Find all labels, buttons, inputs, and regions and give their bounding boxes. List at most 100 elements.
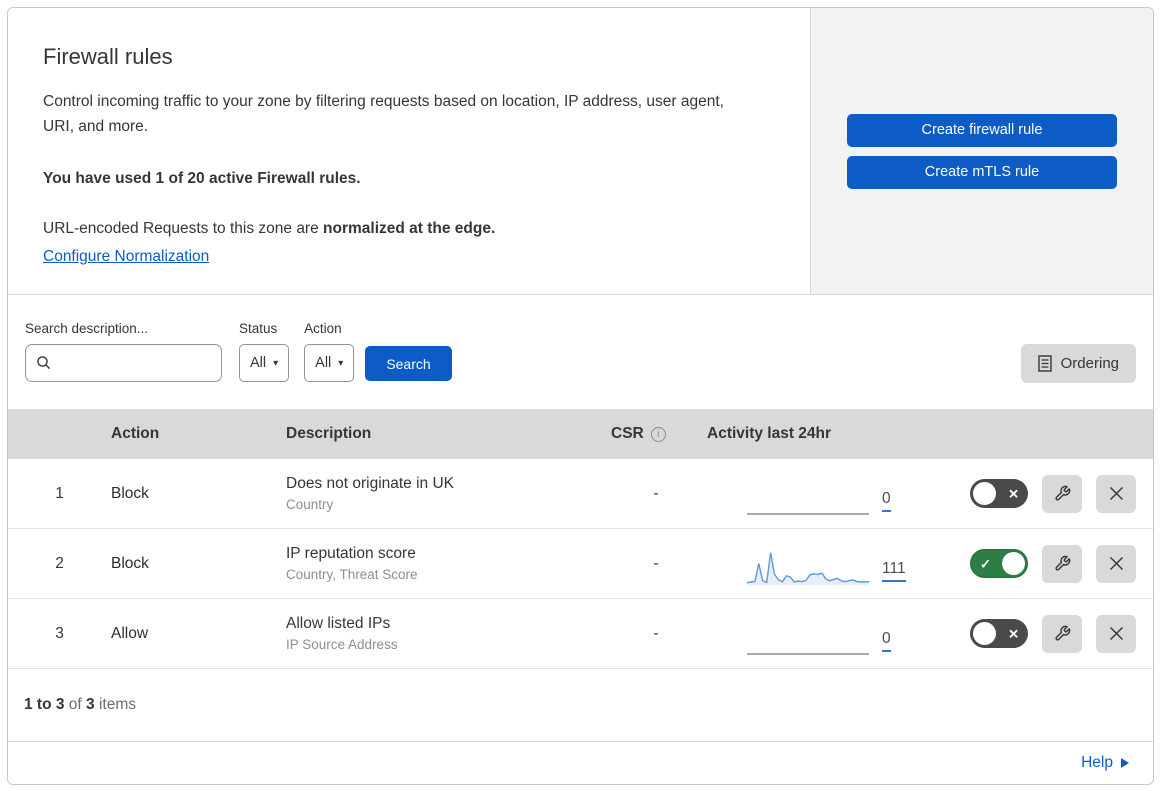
rule-description-cell: Allow listed IPs IP Source Address [286,615,611,652]
filter-bar: Search description... Status All ▾ Actio… [8,295,1153,409]
delete-rule-button[interactable] [1096,474,1136,513]
configure-normalization-link[interactable]: Configure Normalization [43,248,209,265]
table-row: 1 Block Does not originate in UK Country… [8,459,1153,529]
edit-rule-button[interactable] [1042,474,1082,513]
rule-action: Block [111,484,149,502]
action-label: Action [304,321,342,336]
rule-priority: 2 [55,554,64,572]
delete-rule-button[interactable] [1096,614,1136,653]
toggle-knob [1002,552,1025,575]
toggle-knob [973,482,996,505]
rule-enable-toggle[interactable]: ✕ [970,619,1028,648]
table-header-row: Action Description CSR i Activity last 2… [8,409,1153,459]
toggle-off-x-icon: ✕ [1008,626,1019,641]
chevron-down-icon: ▾ [273,357,279,369]
ordering-button[interactable]: Ordering [1020,344,1136,383]
rule-fields: IP Source Address [286,637,398,652]
rule-csr: - [653,484,659,502]
create-mtls-rule-button[interactable]: Create mTLS rule [847,155,1117,189]
toggle-knob [973,622,996,645]
actions-panel: Create firewall rule Create mTLS rule [810,8,1153,294]
status-label: Status [239,321,278,336]
rule-action: Allow [111,624,149,642]
rule-controls: ✓ [936,544,1153,583]
toggle-on-check-icon: ✓ [980,556,991,571]
wrench-icon [1054,625,1071,642]
action-dropdown[interactable]: All ▾ [304,344,355,382]
rules-table: Action Description CSR i Activity last 2… [8,409,1153,669]
activity-count-link[interactable]: 0 [882,490,891,512]
items-total: 3 [86,696,95,713]
rule-description: Does not originate in UK [286,475,455,492]
action-value: All [315,355,332,371]
col-action-header: Action [111,425,160,442]
rule-fields: Country [286,497,334,512]
search-button[interactable]: Search [365,346,452,381]
help-link[interactable]: Help [1081,754,1129,772]
rule-controls: ✕ [936,614,1153,653]
col-activity-header: Activity last 24hr [707,425,832,442]
ordering-label: Ordering [1060,355,1119,372]
ordering-list-icon [1037,355,1052,372]
normalization-bold: normalized at the edge. [323,219,496,237]
search-input-box[interactable] [25,344,222,382]
arrow-right-icon [1121,758,1129,768]
action-group: Action All ▾ [304,321,355,382]
page-description: Control incoming traffic to your zone by… [43,93,724,135]
chevron-down-icon: ▾ [338,357,344,369]
status-value: All [250,355,267,371]
rule-controls: ✕ [936,474,1153,513]
wrench-icon [1054,485,1071,502]
activity-count-link[interactable]: 111 [882,560,906,582]
table-row: 3 Allow Allow listed IPs IP Source Addre… [8,599,1153,669]
toggle-off-x-icon: ✕ [1008,486,1019,501]
rule-description: IP reputation score [286,545,416,562]
info-icon[interactable]: i [650,426,666,442]
col-csr-header: CSR i [611,425,701,443]
wrench-icon [1054,555,1071,572]
close-icon [1109,626,1124,641]
help-bar: Help [8,742,1153,784]
rule-priority: 3 [55,624,64,642]
search-input[interactable] [58,354,221,372]
rule-enable-toggle[interactable]: ✓ [970,549,1028,578]
usage-summary: You have used 1 of 20 active Firewall ru… [43,169,361,187]
rule-description-cell: IP reputation score Country, Threat Scor… [286,545,611,582]
edit-rule-button[interactable] [1042,614,1082,653]
search-label: Search description... [25,321,149,336]
page-title: Firewall rules [43,44,173,69]
rule-activity-cell: 0 [701,472,936,516]
edit-rule-button[interactable] [1042,544,1082,583]
activity-count-link[interactable]: 0 [882,630,891,652]
rule-activity-cell: 0 [701,612,936,656]
header-section: Firewall rules Control incoming traffic … [8,8,1153,295]
rule-priority: 1 [55,484,64,502]
rule-description: Allow listed IPs [286,615,391,632]
close-icon [1109,486,1124,501]
rule-csr: - [653,554,659,572]
rule-activity-cell: 111 [701,542,936,586]
header-info: Firewall rules Control incoming traffic … [8,8,810,294]
create-firewall-rule-button[interactable]: Create firewall rule [847,113,1117,147]
table-row: 2 Block IP reputation score Country, Thr… [8,529,1153,599]
col-description-header: Description [286,425,372,442]
rule-enable-toggle[interactable]: ✕ [970,479,1028,508]
status-group: Status All ▾ [239,321,290,382]
normalization-note: URL-encoded Requests to this zone are no… [43,220,770,238]
pagination-summary: 1 to 3 of 3 items [8,669,1153,742]
rule-csr: - [653,624,659,642]
status-dropdown[interactable]: All ▾ [239,344,290,382]
activity-sparkline [747,548,869,586]
normalization-text: URL-encoded Requests to this zone are [43,219,324,237]
firewall-rules-card: Firewall rules Control incoming traffic … [7,7,1154,785]
rule-fields: Country, Threat Score [286,567,418,582]
search-group: Search description... [25,321,222,382]
rule-description-cell: Does not originate in UK Country [286,475,611,512]
of-text: of [68,696,82,713]
search-icon [36,355,52,371]
activity-sparkline [747,618,869,656]
delete-rule-button[interactable] [1096,544,1136,583]
items-text: items [98,696,137,713]
csr-header-label: CSR [611,425,644,442]
close-icon [1109,556,1124,571]
